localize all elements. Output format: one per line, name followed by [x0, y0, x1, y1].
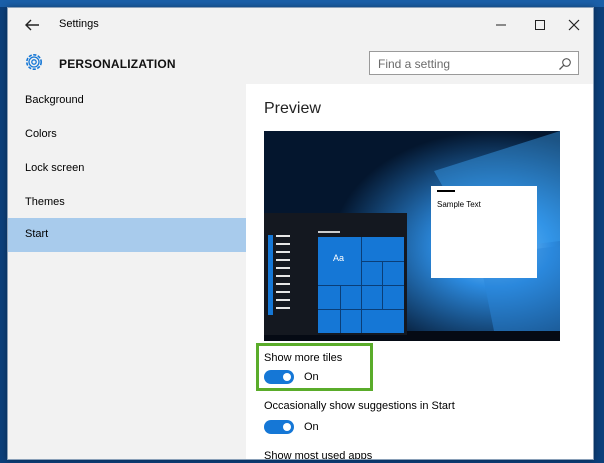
- tile-group-header: [318, 231, 340, 233]
- tile-divider: [382, 261, 383, 285]
- start-menu-list-bars: [268, 235, 273, 315]
- sidebar-item-label: Start: [25, 228, 49, 240]
- start-menu-list-line: [276, 267, 290, 269]
- sample-window-bar: [437, 190, 455, 192]
- tile-grid: Aa: [318, 237, 404, 333]
- search-placeholder: Find a setting: [378, 57, 451, 71]
- sidebar-item-themes[interactable]: Themes: [8, 186, 246, 220]
- sidebar: Background Colors Lock screen Themes Sta…: [8, 84, 246, 459]
- show-suggestions-state: On: [304, 421, 319, 433]
- tile-divider: [340, 285, 341, 333]
- tile-divider: [382, 285, 383, 309]
- sample-window: Sample Text: [431, 186, 537, 278]
- sidebar-item-background[interactable]: Background: [8, 84, 246, 118]
- tile-divider: [318, 309, 404, 310]
- title-bar: Settings: [8, 8, 593, 42]
- page-title: PERSONALIZATION: [59, 57, 176, 71]
- search-input[interactable]: Find a setting: [369, 51, 579, 75]
- sidebar-item-colors[interactable]: Colors: [8, 118, 246, 152]
- start-menu-preview: Aa: [264, 213, 407, 335]
- start-menu-list-line: [276, 275, 290, 277]
- start-menu-list-line: [276, 283, 290, 285]
- start-menu-list-line: [276, 259, 290, 261]
- close-icon[interactable]: [561, 12, 587, 38]
- start-menu-list-line: [276, 235, 290, 237]
- minimize-icon[interactable]: [488, 12, 514, 38]
- sidebar-item-label: Background: [25, 94, 84, 106]
- sample-text: Sample Text: [437, 200, 481, 209]
- search-icon[interactable]: [558, 57, 572, 71]
- start-menu-list-line: [276, 299, 290, 301]
- highlight-box: [256, 343, 373, 391]
- sidebar-item-lock-screen[interactable]: Lock screen: [8, 152, 246, 186]
- start-menu-list-line: [276, 291, 290, 293]
- gear-icon: [26, 54, 42, 70]
- maximize-icon[interactable]: [527, 12, 553, 38]
- sidebar-item-label: Lock screen: [25, 162, 85, 174]
- sidebar-item-label: Colors: [25, 128, 57, 140]
- tile-label: Aa: [333, 253, 345, 263]
- show-suggestions-toggle[interactable]: [264, 420, 294, 434]
- back-arrow-icon[interactable]: [22, 16, 42, 34]
- main-content: Preview Sample Text Aa Show more tiles O…: [246, 84, 593, 459]
- show-most-used-label: Show most used apps: [264, 450, 373, 460]
- start-menu-list-line: [276, 243, 290, 245]
- preview-heading: Preview: [264, 100, 321, 117]
- toggle-knob: [283, 423, 291, 431]
- page-header: PERSONALIZATION Find a setting: [8, 42, 593, 84]
- tile-divider: [361, 237, 362, 333]
- show-suggestions-label: Occasionally show suggestions in Start: [264, 400, 455, 412]
- start-menu-list-line: [276, 307, 290, 309]
- start-preview: Sample Text Aa: [264, 131, 560, 341]
- desktop-background: [0, 0, 604, 7]
- start-menu-list: [268, 235, 294, 321]
- sidebar-item-start[interactable]: Start: [8, 218, 246, 252]
- window-title: Settings: [59, 18, 99, 30]
- settings-window: Settings PERSONALIZATION Find a setting …: [7, 7, 594, 460]
- start-menu-list-line: [276, 251, 290, 253]
- sidebar-item-label: Themes: [25, 196, 65, 208]
